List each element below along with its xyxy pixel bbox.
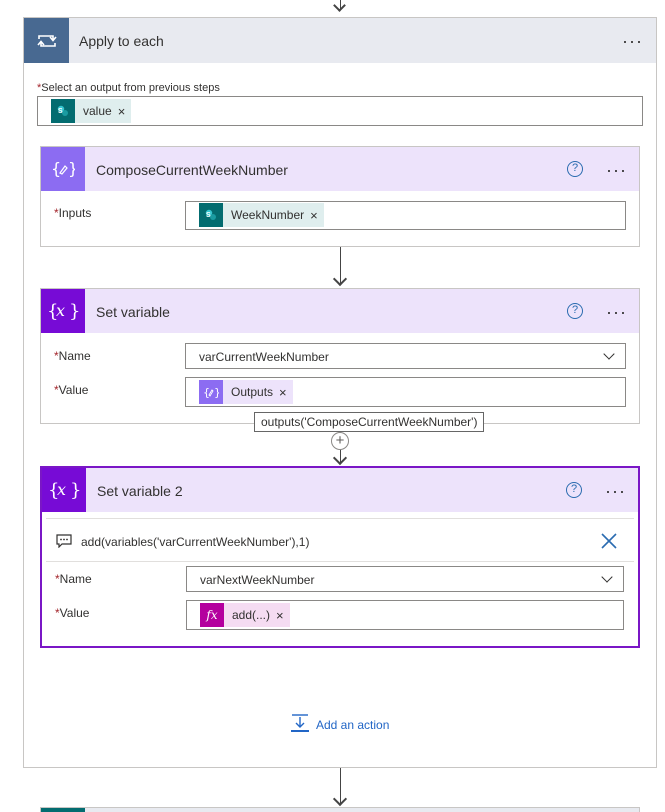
set-variable-2-value-label-text: Value xyxy=(59,606,90,620)
outputs-token-remove[interactable]: × xyxy=(279,385,293,400)
select-output-field[interactable]: S value × xyxy=(37,96,643,126)
apply-to-each-more-button[interactable]: ··· xyxy=(622,32,643,50)
select-output-label: *Select an output from previous steps xyxy=(37,82,220,94)
compose-header[interactable]: { } ComposeCurrentWeekNumber ? ··· xyxy=(41,147,639,191)
set-variable-2-name-label: *Name xyxy=(55,572,92,586)
set-variable-2-title: Set variable 2 xyxy=(97,483,183,499)
set-variable-name-label: *Name xyxy=(54,349,91,363)
svg-text:}: } xyxy=(68,159,75,178)
svg-text:x: x xyxy=(56,301,65,320)
arrow-head xyxy=(332,791,348,807)
set-variable-help-icon[interactable]: ? xyxy=(567,303,583,319)
next-action-card[interactable] xyxy=(40,807,640,812)
fx-icon: fx xyxy=(200,603,224,627)
add-action-icon xyxy=(290,713,310,736)
set-variable-value-label: *Value xyxy=(54,383,88,397)
compose-help-icon[interactable]: ? xyxy=(567,161,583,177)
compose-title: ComposeCurrentWeekNumber xyxy=(96,162,288,178)
insert-step-plus-button[interactable]: + xyxy=(331,432,349,450)
sharepoint-icon xyxy=(41,808,85,812)
add-an-action-button[interactable]: Add an action xyxy=(290,713,389,736)
set-variable-2-action-card[interactable]: { x } Set variable 2 ? ··· add(variables… xyxy=(40,466,640,648)
chevron-down-icon xyxy=(603,348,615,360)
value-token-remove[interactable]: × xyxy=(118,104,132,119)
add-expression-token-remove[interactable]: × xyxy=(276,608,290,623)
close-icon[interactable] xyxy=(599,531,619,554)
svg-text:{: { xyxy=(51,159,61,178)
svg-text:}: } xyxy=(214,386,219,399)
variable-icon: { x } xyxy=(41,289,85,333)
compose-inputs-label: *Inputs xyxy=(54,206,91,220)
outputs-token-tooltip: outputs('ComposeCurrentWeekNumber') xyxy=(254,412,485,432)
svg-text:}: } xyxy=(70,480,81,501)
weeknumber-token-text: WeekNumber xyxy=(231,208,305,222)
variable-icon: { x } xyxy=(42,468,86,512)
add-expression-token[interactable]: fx add(...) × xyxy=(200,603,290,627)
value-token-text: value xyxy=(83,104,112,118)
set-variable-more-button[interactable]: ··· xyxy=(606,303,627,321)
set-variable-name-dropdown[interactable]: varCurrentWeekNumber xyxy=(185,343,626,369)
set-variable-2-value-label: *Value xyxy=(55,606,89,620)
set-variable-2-name-value: varNextWeekNumber xyxy=(200,573,315,587)
svg-text:{: { xyxy=(203,386,210,399)
compose-inputs-label-text: Inputs xyxy=(58,206,92,220)
svg-text:}: } xyxy=(69,301,80,322)
compose-more-button[interactable]: ··· xyxy=(606,161,627,179)
svg-text:x: x xyxy=(57,480,66,499)
loop-icon xyxy=(24,18,69,63)
apply-to-each-title: Apply to each xyxy=(79,33,164,49)
set-variable-name-label-text: Name xyxy=(58,349,91,363)
set-variable-action-card[interactable]: { x } Set variable ? ··· *Name varCurren… xyxy=(40,288,640,424)
set-variable-2-name-label-text: Name xyxy=(59,572,92,586)
top-arrow-head xyxy=(333,0,346,12)
set-variable-2-value-field[interactable]: fx add(...) × xyxy=(186,600,624,630)
expression-comment-row: add(variables('varCurrentWeekNumber'),1) xyxy=(46,518,634,562)
outputs-token-text: Outputs xyxy=(231,385,274,399)
compose-icon: { } xyxy=(41,147,85,191)
set-variable-title: Set variable xyxy=(96,304,170,320)
comment-icon xyxy=(56,534,72,551)
expression-text: add(variables('varCurrentWeekNumber'),1) xyxy=(81,535,310,549)
value-token[interactable]: S value × xyxy=(51,99,132,123)
select-output-label-text: Select an output from previous steps xyxy=(41,82,220,94)
set-variable-2-header[interactable]: { x } Set variable 2 ? ··· xyxy=(42,468,638,512)
set-variable-value-label-text: Value xyxy=(58,383,89,397)
weeknumber-token[interactable]: S WeekNumber × xyxy=(199,203,324,227)
weeknumber-token-remove[interactable]: × xyxy=(310,208,324,223)
set-variable-name-value: varCurrentWeekNumber xyxy=(199,350,329,364)
sharepoint-icon: S xyxy=(51,99,75,123)
outputs-token[interactable]: { } Outputs × xyxy=(199,380,293,404)
set-variable-2-help-icon[interactable]: ? xyxy=(566,482,582,498)
chevron-down-icon xyxy=(601,571,613,583)
compose-inputs-field[interactable]: S WeekNumber × xyxy=(185,201,626,230)
svg-text:S: S xyxy=(58,108,63,115)
compose-icon: { } xyxy=(199,380,223,404)
set-variable-header[interactable]: { x } Set variable ? ··· xyxy=(41,289,639,333)
add-expression-token-text: add(...) xyxy=(232,608,271,622)
compose-action-card[interactable]: { } ComposeCurrentWeekNumber ? ··· *Inpu… xyxy=(40,146,640,247)
apply-to-each-header[interactable]: Apply to each ··· xyxy=(24,18,656,63)
sharepoint-icon: S xyxy=(199,203,223,227)
svg-text:S: S xyxy=(206,212,211,219)
set-variable-2-more-button[interactable]: ··· xyxy=(605,482,626,500)
set-variable-2-name-dropdown[interactable]: varNextWeekNumber xyxy=(186,566,624,592)
add-an-action-label: Add an action xyxy=(316,717,390,732)
set-variable-value-field[interactable]: { } Outputs × xyxy=(185,377,626,407)
